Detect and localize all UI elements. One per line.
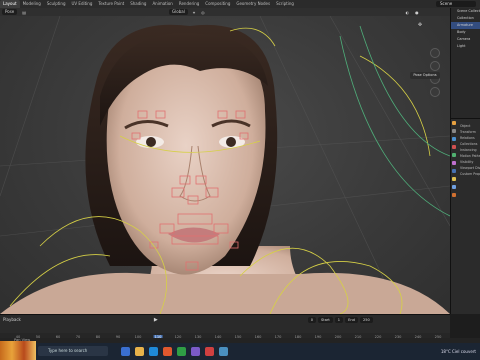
- outliner-item[interactable]: Light: [451, 43, 480, 50]
- view-menu[interactable]: ▤: [19, 10, 29, 15]
- outliner-item[interactable]: Collection: [451, 15, 480, 22]
- outliner-item[interactable]: Body: [451, 29, 480, 36]
- media-icon[interactable]: [204, 347, 214, 356]
- pan-icon[interactable]: [430, 61, 440, 71]
- edge-icon[interactable]: [148, 347, 158, 356]
- tab-scripting[interactable]: Scripting: [273, 0, 297, 8]
- tab-uv-editing[interactable]: UV Editing: [69, 0, 96, 8]
- weather-text: 18°C Ciel couvert: [440, 349, 476, 354]
- properties-tab-icon[interactable]: [452, 193, 456, 197]
- properties-tab-icon[interactable]: [452, 153, 456, 157]
- workspace-tabs: Layout Modeling Sculpting UV Editing Texture…: [0, 0, 297, 8]
- tab-sculpting[interactable]: Sculpting: [44, 0, 69, 8]
- start-frame-field[interactable]: 1: [334, 316, 344, 323]
- properties-tabs: [451, 121, 457, 271]
- viewport-header: Pose ▤ Global ⌖ ◎ ◐ ●: [0, 8, 450, 16]
- tab-compositing[interactable]: Compositing: [202, 0, 233, 8]
- current-frame-field[interactable]: 0: [307, 316, 317, 323]
- start-label: Start: [318, 316, 333, 323]
- outliner-item[interactable]: Scene Collection: [451, 8, 480, 15]
- tab-geometry-nodes[interactable]: Geometry Nodes: [233, 0, 273, 8]
- overlay-icon[interactable]: ◐: [403, 10, 413, 15]
- timeline-controls: Playback ▶ 0 Start 1 End 250: [0, 315, 450, 324]
- proportional-icon[interactable]: ◎: [198, 10, 208, 15]
- shading-icon[interactable]: ●: [412, 10, 422, 15]
- properties-tab-icon[interactable]: [452, 145, 456, 149]
- properties-panel[interactable]: Object Transform Relations Collections Insta…: [450, 118, 480, 314]
- end-frame-field[interactable]: 250: [359, 316, 373, 323]
- blender-icon[interactable]: [162, 347, 172, 356]
- tab-rendering[interactable]: Rendering: [176, 0, 202, 8]
- tab-texture-paint[interactable]: Texture Paint: [95, 0, 127, 8]
- outliner-list: Scene CollectionCollectionArmatureBodyCa…: [451, 8, 480, 50]
- tab-shading[interactable]: Shading: [127, 0, 149, 8]
- properties-tab-icon[interactable]: [452, 137, 456, 141]
- outliner-item[interactable]: Camera: [451, 36, 480, 43]
- pose-options-button[interactable]: Pose Options: [410, 72, 440, 79]
- ortho-toggle-icon[interactable]: [430, 87, 440, 97]
- search-input[interactable]: Type here to search: [38, 346, 108, 356]
- snap-icon[interactable]: ⌖: [190, 10, 198, 15]
- zoom-icon[interactable]: [430, 48, 440, 58]
- scene-selector[interactable]: Scene: [436, 1, 476, 7]
- properties-tab-icon[interactable]: [452, 169, 456, 173]
- properties-tab-icon[interactable]: [452, 129, 456, 133]
- axis-gizmo-icon[interactable]: ✜: [418, 22, 422, 28]
- playback-menu[interactable]: Playback: [0, 317, 24, 322]
- chrome-icon[interactable]: [176, 347, 186, 356]
- taskbar-thumbnail[interactable]: [0, 341, 36, 360]
- properties-tab-icon[interactable]: [452, 177, 456, 181]
- upper-body: [0, 272, 450, 314]
- tab-modeling[interactable]: Modeling: [20, 0, 44, 8]
- properties-tab-icon[interactable]: [452, 121, 456, 125]
- 3d-viewport[interactable]: ✜ Pose Options: [0, 16, 450, 314]
- store-icon[interactable]: [218, 347, 228, 356]
- file-explorer-icon[interactable]: [134, 347, 144, 356]
- mode-dropdown[interactable]: Pose: [2, 9, 18, 15]
- play-icon[interactable]: ▶: [154, 317, 158, 323]
- viewport-scene: [0, 16, 450, 314]
- tab-animation[interactable]: Animation: [149, 0, 175, 8]
- orientation-dropdown[interactable]: Global: [169, 9, 188, 15]
- tab-layout[interactable]: Layout: [0, 0, 20, 8]
- outliner-panel[interactable]: Scene CollectionCollectionArmatureBodyCa…: [450, 8, 480, 118]
- properties-tab-icon[interactable]: [452, 185, 456, 189]
- outliner-item[interactable]: Armature: [451, 22, 480, 29]
- properties-tab-icon[interactable]: [452, 161, 456, 165]
- app-icon[interactable]: [190, 347, 200, 356]
- task-view-icon[interactable]: [120, 347, 130, 356]
- end-label: End: [345, 316, 358, 323]
